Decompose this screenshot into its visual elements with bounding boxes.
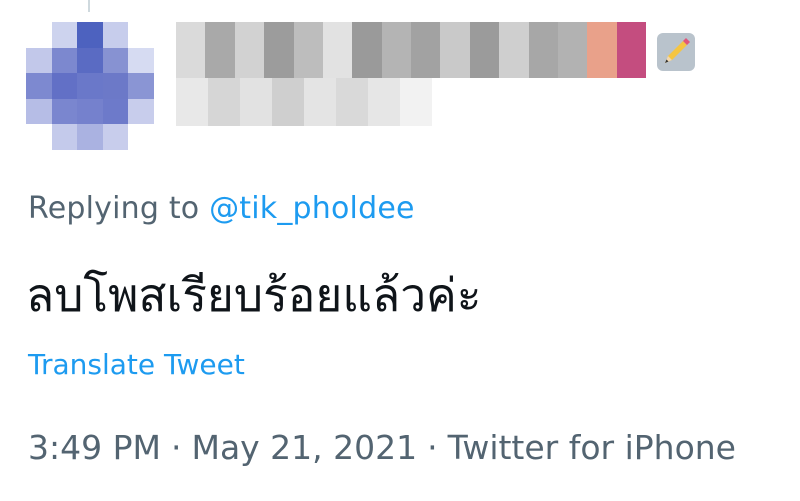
- tweet-metadata: 3:49 PM · May 21, 2021 · Twitter for iPhone: [28, 428, 736, 467]
- thread-connector-line: [88, 0, 90, 12]
- tweet-source-link[interactable]: Twitter for iPhone: [448, 428, 736, 467]
- tweet-date-link[interactable]: May 21, 2021: [191, 428, 417, 467]
- replying-to-line: Replying to @tik_pholdee: [28, 191, 415, 226]
- translate-tweet-link[interactable]: Translate Tweet: [28, 348, 245, 381]
- author-avatar[interactable]: [26, 22, 154, 150]
- tweet-text: ลบโพสเรียบร้อยแล้วค่ะ: [26, 268, 482, 322]
- tweet-time-link[interactable]: 3:49 PM: [28, 428, 161, 467]
- meta-separator: ·: [427, 428, 438, 467]
- pencil-emoji-icon: [657, 33, 695, 71]
- meta-separator: ·: [170, 428, 182, 467]
- author-name-redacted[interactable]: [176, 22, 646, 78]
- replying-to-label: Replying to: [28, 191, 210, 226]
- author-handle-redacted[interactable]: [176, 78, 432, 126]
- replying-to-mention-link[interactable]: @tik_pholdee: [209, 191, 415, 226]
